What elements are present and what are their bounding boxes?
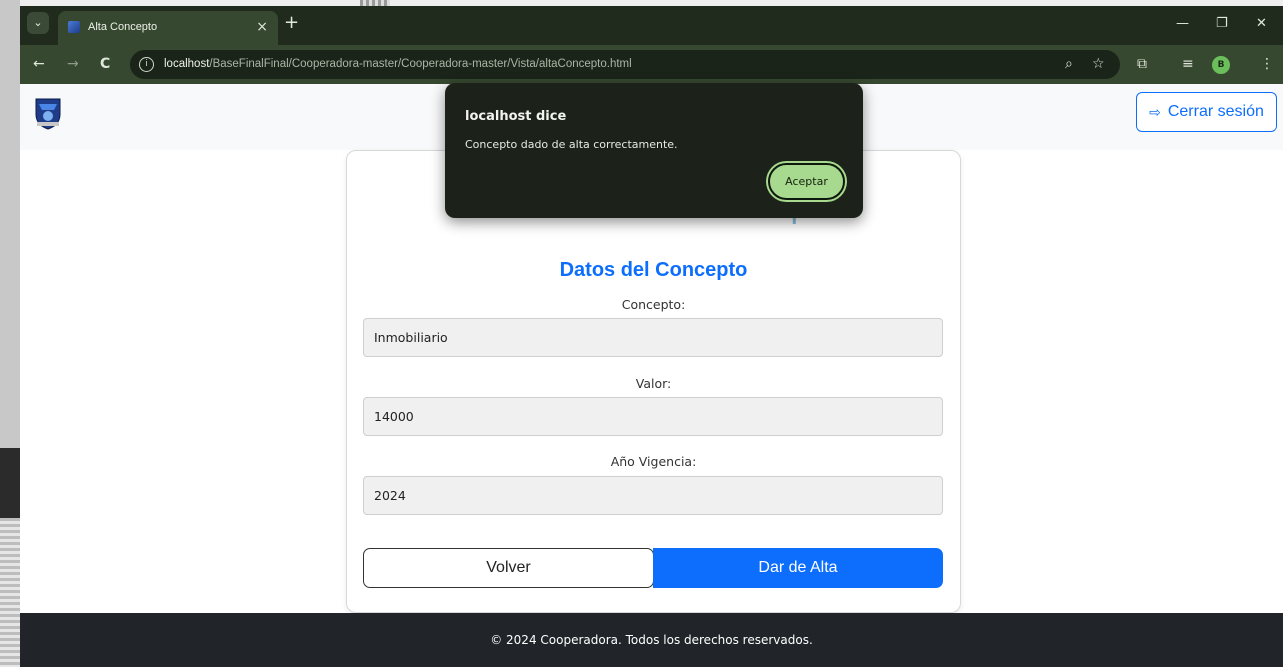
accept-button[interactable]: Aceptar: [768, 163, 845, 200]
forward-icon[interactable]: →: [67, 56, 79, 72]
reload-icon[interactable]: C: [100, 56, 110, 72]
tab-strip: ⌄ Alta Concepto × + — ❐ ✕: [20, 6, 1283, 45]
menu-icon[interactable]: ⋮: [1260, 56, 1274, 72]
profile-avatar[interactable]: B: [1212, 56, 1230, 74]
alert-dialog: localhost dice Concepto dado de alta cor…: [445, 83, 863, 218]
desktop-pattern: [0, 518, 20, 667]
chevron-down-icon: ⌄: [33, 16, 43, 29]
concepto-label: Concepto:: [621, 297, 686, 312]
tab-search-button[interactable]: ⌄: [27, 12, 49, 34]
section-title: Datos del Concepto: [559, 259, 748, 281]
valor-input[interactable]: [363, 397, 943, 436]
back-button[interactable]: Volver: [363, 548, 654, 588]
media-control-icon[interactable]: ≡: [1182, 56, 1194, 72]
desktop-window-fragment: [0, 448, 20, 518]
restore-icon[interactable]: ❐: [1216, 16, 1228, 32]
footer: © 2024 Cooperadora. Todos los derechos r…: [20, 613, 1283, 667]
anio-vigencia-label: Año Vigencia:: [610, 454, 697, 469]
form-card: Alta de Nuevo Concepto Datos del Concept…: [346, 150, 961, 613]
tab-close-icon[interactable]: ×: [256, 18, 268, 36]
concepto-input[interactable]: [363, 318, 943, 357]
dialog-title: localhost dice: [465, 109, 567, 124]
new-tab-button[interactable]: +: [284, 14, 299, 32]
browser-window: ⌄ Alta Concepto × + — ❐ ✕ ← → C i localh…: [20, 6, 1283, 667]
close-window-icon[interactable]: ✕: [1256, 16, 1267, 32]
address-bar: ← → C i localhost/BaseFinalFinal/Coopera…: [20, 45, 1283, 84]
dialog-message: Concepto dado de alta correctamente.: [465, 138, 678, 151]
zoom-icon[interactable]: ⌕: [1065, 56, 1073, 72]
submit-button[interactable]: Dar de Alta: [653, 548, 943, 588]
logout-button[interactable]: ⇨ Cerrar sesión: [1136, 92, 1277, 132]
back-icon[interactable]: ←: [33, 56, 45, 72]
extensions-icon[interactable]: ⧉: [1137, 56, 1147, 72]
tab-title: Alta Concepto: [88, 21, 158, 33]
omnibox[interactable]: i localhost/BaseFinalFinal/Cooperadora-m…: [130, 50, 1120, 79]
tab-alta-concepto[interactable]: Alta Concepto ×: [58, 11, 278, 45]
site-info-icon[interactable]: i: [139, 57, 154, 72]
minimize-icon[interactable]: —: [1176, 16, 1189, 32]
favicon-icon: [68, 21, 80, 33]
logout-label: Cerrar sesión: [1167, 103, 1264, 120]
bookmark-star-icon[interactable]: ☆: [1092, 56, 1105, 72]
url-path: /BaseFinalFinal/Cooperadora-master/Coope…: [209, 58, 632, 70]
valor-label: Valor:: [635, 376, 672, 391]
anio-vigencia-input[interactable]: [363, 476, 943, 515]
sign-out-icon: ⇨: [1149, 103, 1161, 120]
shield-logo-icon: [35, 98, 61, 130]
url-host: localhost: [164, 58, 210, 70]
desktop-left-edge: [0, 0, 20, 667]
url-text[interactable]: localhost/BaseFinalFinal/Cooperadora-mas…: [164, 58, 632, 70]
